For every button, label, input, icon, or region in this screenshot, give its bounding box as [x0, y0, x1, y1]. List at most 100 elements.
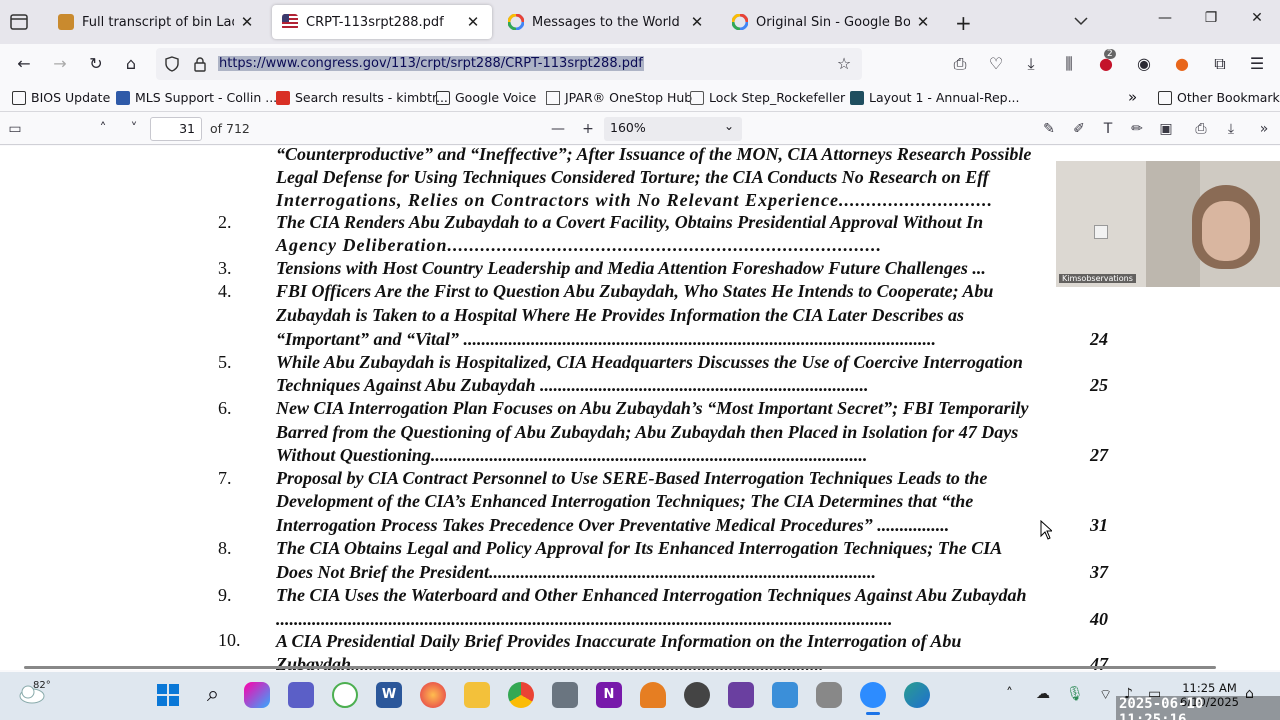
lock-icon[interactable]	[192, 56, 208, 72]
chrome-icon[interactable]	[508, 682, 534, 708]
home-icon[interactable]: ⌂	[121, 54, 141, 74]
word-icon[interactable]: W	[376, 682, 402, 708]
close-icon[interactable]: ✕	[238, 13, 256, 31]
bookmark-layout-annual-report[interactable]: Layout 1 - Annual-Rep...	[850, 90, 1020, 105]
lock-icon	[690, 90, 704, 105]
draw-icon[interactable]: ✏	[1128, 120, 1146, 138]
tab-messages-to-the-world[interactable]: Messages to the World - Googl ✕	[498, 5, 716, 39]
text-tool-icon[interactable]: T	[1099, 120, 1117, 138]
edge-icon[interactable]	[904, 682, 930, 708]
more-tools-icon[interactable]: »	[1255, 120, 1273, 138]
toc-page-number: 37	[1090, 562, 1108, 582]
bookmark-star-icon[interactable]: ☆	[834, 54, 854, 74]
google-icon	[508, 14, 524, 30]
bookmark-label: BIOS Update	[31, 90, 111, 105]
zoom-select[interactable]: 160% ⌄	[604, 117, 742, 141]
mls-icon	[116, 90, 130, 105]
file-explorer-icon[interactable]	[464, 682, 490, 708]
wifi-icon[interactable]: ⌔	[1099, 686, 1112, 704]
paint-icon[interactable]	[772, 682, 798, 708]
highlight-icon[interactable]: ✐	[1070, 120, 1088, 138]
close-icon[interactable]: ✕	[464, 13, 482, 31]
horizontal-scrollbar[interactable]	[24, 666, 1216, 669]
page-number-input[interactable]: 31	[150, 117, 202, 141]
restore-icon[interactable]: ❐	[1201, 10, 1221, 26]
bookmark-lock-step[interactable]: Lock Step_Rockefeller ...	[690, 90, 861, 105]
close-icon[interactable]: ✕	[914, 13, 932, 31]
show-hidden-icons-chevron-icon[interactable]: ˄	[1006, 686, 1013, 702]
reload-icon[interactable]: ↻	[86, 54, 106, 74]
tab-crpt-pdf[interactable]: CRPT-113srpt288.pdf ✕	[272, 5, 492, 39]
brave-extension-icon[interactable]: ●	[1172, 54, 1192, 74]
toc-line: The CIA Obtains Legal and Policy Approva…	[276, 538, 1003, 558]
microphone-app-icon[interactable]	[816, 682, 842, 708]
tab-bin-ladin-transcript[interactable]: Full transcript of bin Ladin's spe ✕	[48, 5, 266, 39]
firefox-icon[interactable]	[420, 682, 446, 708]
extensions-icon[interactable]: ⧉	[1210, 54, 1230, 74]
url-bar[interactable]: https://www.congress.gov/113/crpt/srpt28…	[156, 48, 862, 80]
menu-icon[interactable]: ☰	[1247, 54, 1267, 74]
bookmark-jpar-onestop[interactable]: JPAR® OneStop Hub	[546, 90, 692, 105]
previous-page-icon[interactable]: ˄	[94, 120, 112, 138]
library-icon[interactable]: ⫼	[1059, 54, 1079, 74]
gmail-icon	[276, 90, 290, 105]
toc-line: Legal Defense for Using Techniques Consi…	[276, 167, 989, 187]
shield-icon[interactable]	[164, 56, 180, 72]
account-icon[interactable]: ◉	[1134, 54, 1154, 74]
media-player-icon[interactable]	[684, 682, 710, 708]
microphone-icon[interactable]: 🎙	[1066, 686, 1084, 702]
close-window-icon[interactable]: ✕	[1247, 10, 1267, 26]
back-arrow-icon[interactable]: ←	[14, 54, 34, 74]
bookmark-search-results[interactable]: Search results - kimbtr...	[276, 90, 448, 105]
next-page-icon[interactable]: ˅	[125, 120, 143, 138]
acrobat-icon[interactable]	[332, 682, 358, 708]
new-tab-plus-icon[interactable]: +	[955, 11, 972, 35]
zoom-icon[interactable]	[860, 682, 886, 708]
download-icon[interactable]: ⤓	[1021, 54, 1041, 74]
toc-line: Techniques Against Abu Zubaydah ........…	[276, 375, 869, 395]
bookmark-label: Layout 1 - Annual-Rep...	[869, 90, 1020, 105]
light-switch-shape	[1094, 225, 1108, 239]
webcam-overlay[interactable]: Kimsobservations	[1056, 161, 1280, 287]
sidebar-toggle-icon[interactable]: ▭	[6, 120, 24, 138]
other-bookmarks[interactable]: Other Bookmarks	[1158, 90, 1280, 105]
archive-icon	[58, 14, 74, 30]
minimize-icon[interactable]: —	[1155, 10, 1175, 26]
zoom-out-icon[interactable]: —	[549, 120, 567, 138]
image-icon[interactable]: ▣	[1157, 120, 1175, 138]
bookmark-label: JPAR® OneStop Hub	[565, 90, 693, 105]
teams-icon[interactable]	[288, 682, 314, 708]
zoom-value: 160%	[610, 120, 646, 135]
more-bookmarks-chevron-icon[interactable]: »	[1128, 88, 1137, 106]
bookmark-mls-support[interactable]: MLS Support - Collin ...	[116, 90, 277, 105]
clipchamp-icon[interactable]	[728, 682, 754, 708]
windows-start-icon[interactable]	[155, 682, 181, 708]
search-icon[interactable]: ⌕	[200, 682, 226, 708]
pocket-icon[interactable]: ♡	[986, 54, 1006, 74]
clock-time: 11:25 AM	[1182, 681, 1237, 695]
network-app-icon[interactable]	[640, 682, 666, 708]
tab-original-sin[interactable]: Original Sin - Google Books ✕	[722, 5, 942, 39]
edit-pdf-icon[interactable]: ✎	[1040, 120, 1058, 138]
onenote-icon[interactable]: N	[596, 682, 622, 708]
bookmark-bios-update[interactable]: BIOS Update	[12, 90, 110, 105]
print-icon[interactable]: ⎙	[950, 54, 970, 74]
close-icon[interactable]: ✕	[688, 13, 706, 31]
print-icon[interactable]: ⎙	[1192, 120, 1210, 138]
toc-line: New CIA Interrogation Plan Focuses on Ab…	[276, 398, 1029, 418]
chevron-down-icon[interactable]	[1072, 12, 1090, 30]
webcam-background	[1056, 161, 1146, 287]
toc-page-number: 24	[1090, 329, 1108, 349]
toc-number: 9.	[218, 585, 232, 605]
copilot-icon[interactable]	[244, 682, 270, 708]
url-text[interactable]: https://www.congress.gov/113/crpt/srpt28…	[218, 56, 644, 71]
firefox-view-icon[interactable]	[8, 12, 30, 32]
bookmark-google-voice[interactable]: Google Voice	[436, 90, 536, 105]
toc-line: The CIA Renders Abu Zubaydah to a Covert…	[276, 212, 984, 232]
save-icon[interactable]: ⤓	[1222, 120, 1240, 138]
zoom-in-icon[interactable]: +	[579, 120, 597, 138]
toc-number: 8.	[218, 538, 232, 558]
camera-icon[interactable]	[552, 682, 578, 708]
onedrive-cloud-icon[interactable]: ☁	[1036, 686, 1050, 702]
forward-arrow-icon[interactable]: →	[50, 54, 70, 74]
